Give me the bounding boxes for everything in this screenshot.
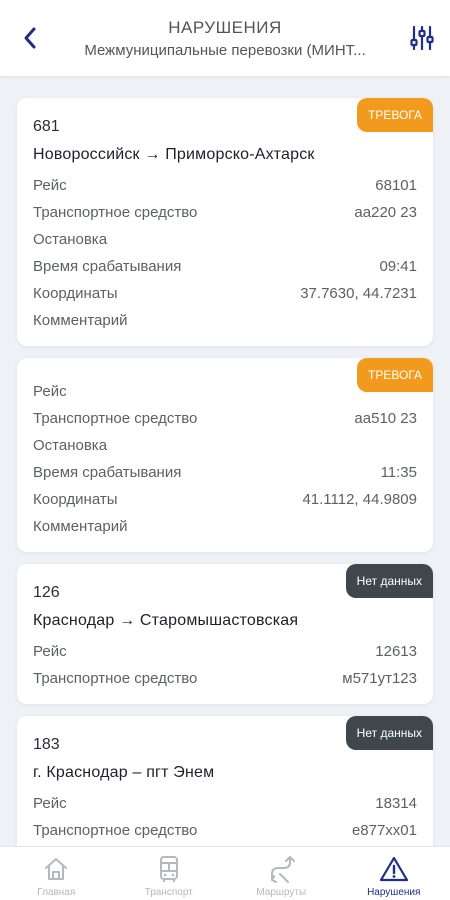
tab-transport[interactable]: Транспорт [113, 847, 226, 900]
detail-value: 11:35 [380, 464, 417, 481]
detail-row: Координаты 37.7630, 44.7231 [33, 280, 417, 307]
detail-value: 37.7630, 44.7231 [300, 285, 417, 302]
warning-icon [379, 856, 408, 882]
detail-row: Время срабатывания 11:35 [33, 459, 417, 486]
detail-label: Транспортное средство [33, 410, 198, 427]
detail-label: Транспортное средство [33, 670, 198, 687]
violation-card[interactable]: ТРЕВОГА Рейс Транспортное средство аа510 … [17, 358, 433, 552]
tab-label: Маршруты [256, 887, 307, 898]
status-badge: ТРЕВОГА [357, 358, 433, 392]
tab-label: Транспорт [144, 887, 193, 898]
bottom-tab-bar: Главная Транспорт Маршруты Нарушения [0, 846, 450, 900]
detail-row: Рейс 18314 [33, 790, 417, 817]
status-badge: ТРЕВОГА [357, 98, 433, 132]
status-badge: Нет данных [345, 564, 433, 598]
detail-value: аа510 23 [354, 410, 417, 427]
detail-value: м571ут123 [342, 670, 417, 687]
detail-row: Координаты 41.1112, 44.9809 [33, 486, 417, 513]
status-badge: Нет данных [345, 716, 433, 750]
detail-value: е877хх01 [351, 822, 417, 839]
filter-button[interactable] [406, 22, 438, 54]
tab-label: Главная [37, 887, 76, 898]
detail-label: Транспортное средство [33, 204, 198, 221]
detail-label: Остановка [33, 437, 108, 454]
detail-label: Комментарий [33, 312, 128, 329]
page-title: НАРУШЕНИЯ [168, 18, 282, 37]
detail-value: 41.1112, 44.9809 [302, 491, 417, 508]
home-icon [45, 858, 68, 880]
detail-value: 09:41 [379, 258, 417, 275]
detail-value: аа220 23 [354, 204, 417, 221]
detail-value: 18314 [375, 795, 417, 812]
detail-row: Остановка [33, 432, 417, 459]
detail-row: Время срабатывания 09:41 [33, 253, 417, 280]
detail-label: Комментарий [33, 518, 128, 535]
detail-label: Транспортное средство [33, 822, 198, 839]
detail-row: Транспортное средство аа510 23 [33, 405, 417, 432]
detail-label: Рейс [33, 177, 67, 194]
detail-value: 12613 [375, 643, 417, 660]
detail-label: Остановка [33, 231, 108, 248]
violations-list[interactable]: ТРЕВОГА 681 Новороссийск → Приморско-Ахт… [0, 76, 450, 846]
sliders-icon [410, 25, 434, 51]
detail-label: Время срабатывания [33, 258, 182, 275]
detail-row: Транспортное средство м571ут123 [33, 665, 417, 692]
detail-label: Координаты [33, 491, 118, 508]
detail-row: Комментарий [33, 513, 417, 540]
detail-row: Комментарий [33, 307, 417, 334]
detail-row: Рейс 68101 [33, 172, 417, 199]
routes-icon [271, 856, 296, 883]
route-name: Краснодар → Старомышастовская [33, 612, 299, 629]
detail-label: Рейс [33, 383, 67, 400]
chevron-left-icon [24, 27, 36, 49]
detail-label: Рейс [33, 795, 67, 812]
detail-value: 68101 [375, 177, 417, 194]
violation-card[interactable]: Нет данных 126 Краснодар → Старомышастов… [17, 564, 433, 704]
detail-row: Транспортное средство е877хх01 [33, 817, 417, 844]
tab-routes[interactable]: Маршруты [225, 847, 338, 900]
detail-label: Координаты [33, 285, 118, 302]
detail-label: Рейс [33, 643, 67, 660]
app-header: НАРУШЕНИЯ Межмуниципальные перевозки (МИ… [0, 0, 450, 76]
detail-row: Остановка [33, 226, 417, 253]
tab-violations[interactable]: Нарушения [338, 847, 450, 900]
back-button[interactable] [14, 22, 46, 54]
bus-icon [159, 856, 178, 882]
route-name: Новороссийск → Приморско-Ахтарск [33, 146, 315, 163]
violation-card[interactable]: Нет данных 183 г. Краснодар – пгт Энем Р… [17, 716, 433, 846]
detail-row: Рейс 12613 [33, 638, 417, 665]
tab-home[interactable]: Главная [0, 847, 113, 900]
page-subtitle: Межмуниципальные перевозки (МИНТ... [84, 42, 366, 59]
route-name: г. Краснодар – пгт Энем [33, 764, 215, 781]
violation-card[interactable]: ТРЕВОГА 681 Новороссийск → Приморско-Ахт… [17, 98, 433, 346]
tab-label: Нарушения [367, 887, 421, 898]
detail-row: Транспортное средство аа220 23 [33, 199, 417, 226]
detail-label: Время срабатывания [33, 464, 182, 481]
